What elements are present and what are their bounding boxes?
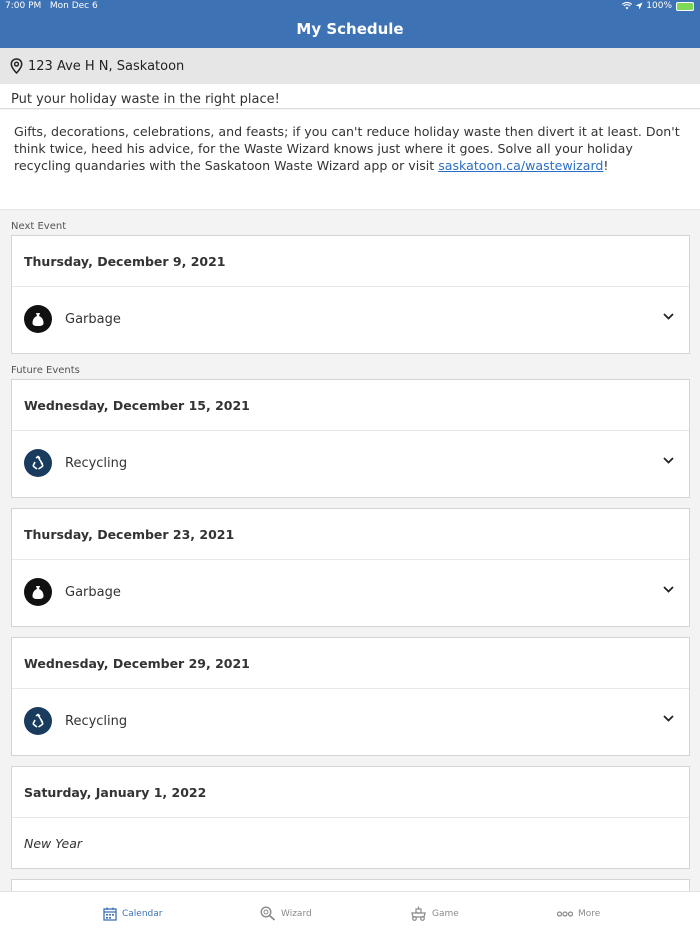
chevron-down-icon[interactable] [663, 586, 674, 593]
event-date: Thursday, December 23, 2021 [12, 509, 689, 560]
tab-bar: Calendar Wizard Game More [0, 891, 700, 935]
garbage-bag-icon [24, 578, 52, 606]
calendar-icon [103, 907, 117, 921]
holiday-card: Saturday, January 1, 2022 New Year [11, 766, 690, 869]
chevron-down-icon[interactable] [663, 715, 674, 722]
section-label-future: Future Events [11, 365, 80, 376]
section-label-next: Next Event [11, 221, 67, 232]
address-text: 123 Ave H N, Saskatoon [28, 58, 185, 74]
recycling-icon [24, 449, 52, 477]
event-row[interactable]: Recycling [12, 689, 689, 753]
location-arrow-icon [635, 2, 643, 10]
event-date: Saturday, January 1, 2022 [12, 767, 689, 818]
event-type: Recycling [65, 455, 128, 471]
game-icon [411, 906, 426, 921]
event-row[interactable]: Garbage [12, 560, 689, 624]
tab-label: Wizard [281, 908, 312, 919]
tab-label: Calendar [122, 908, 163, 919]
tab-label: Game [432, 908, 459, 919]
garbage-bag-icon [24, 305, 52, 333]
more-icon [557, 910, 573, 917]
event-date: Thursday, December 9, 2021 [12, 236, 689, 287]
event-date: Wednesday, December 29, 2021 [12, 638, 689, 689]
status-indicators: 100% [622, 1, 694, 11]
event-type: Garbage [65, 584, 121, 600]
battery-icon [676, 1, 694, 11]
waste-wizard-link[interactable]: saskatoon.ca/wastewizard [438, 158, 603, 173]
chevron-down-icon[interactable] [663, 457, 674, 464]
holiday-note: New Year [24, 835, 82, 851]
notice-body: Gifts, decorations, celebrations, and fe… [0, 110, 700, 210]
magnifier-icon [260, 906, 276, 921]
recycling-icon [24, 707, 52, 735]
tab-game[interactable]: Game [410, 892, 459, 935]
event-card: Wednesday, December 29, 2021 Recycling [11, 637, 690, 756]
tab-more[interactable]: More [557, 892, 600, 935]
event-row[interactable]: Recycling [12, 431, 689, 495]
event-type: Recycling [65, 713, 128, 729]
page-title: My Schedule [296, 20, 404, 38]
address-bar[interactable]: 123 Ave H N, Saskatoon [0, 48, 700, 84]
app-header: 7:00 PM Mon Dec 6 100% My Schedule [0, 0, 700, 48]
chevron-down-icon[interactable] [663, 313, 674, 320]
event-type: Garbage [65, 311, 121, 327]
event-card: Thursday, December 23, 2021 Garbage [11, 508, 690, 627]
event-date: Wednesday, December 15, 2021 [12, 380, 689, 431]
notice-title: Put your holiday waste in the right plac… [0, 84, 700, 109]
map-pin-icon [10, 58, 23, 74]
tab-calendar[interactable]: Calendar [103, 892, 162, 935]
battery-percent: 100% [646, 1, 672, 11]
event-card: Thursday, December 9, 2021 Garbage [11, 235, 690, 354]
event-card: Wednesday, December 15, 2021 Recycling [11, 379, 690, 498]
wifi-icon [622, 2, 633, 10]
tab-label: More [578, 908, 601, 919]
status-time: 7:00 PM Mon Dec 6 [5, 1, 98, 11]
tab-wizard[interactable]: Wizard [260, 892, 312, 935]
event-row[interactable]: Garbage [12, 287, 689, 351]
